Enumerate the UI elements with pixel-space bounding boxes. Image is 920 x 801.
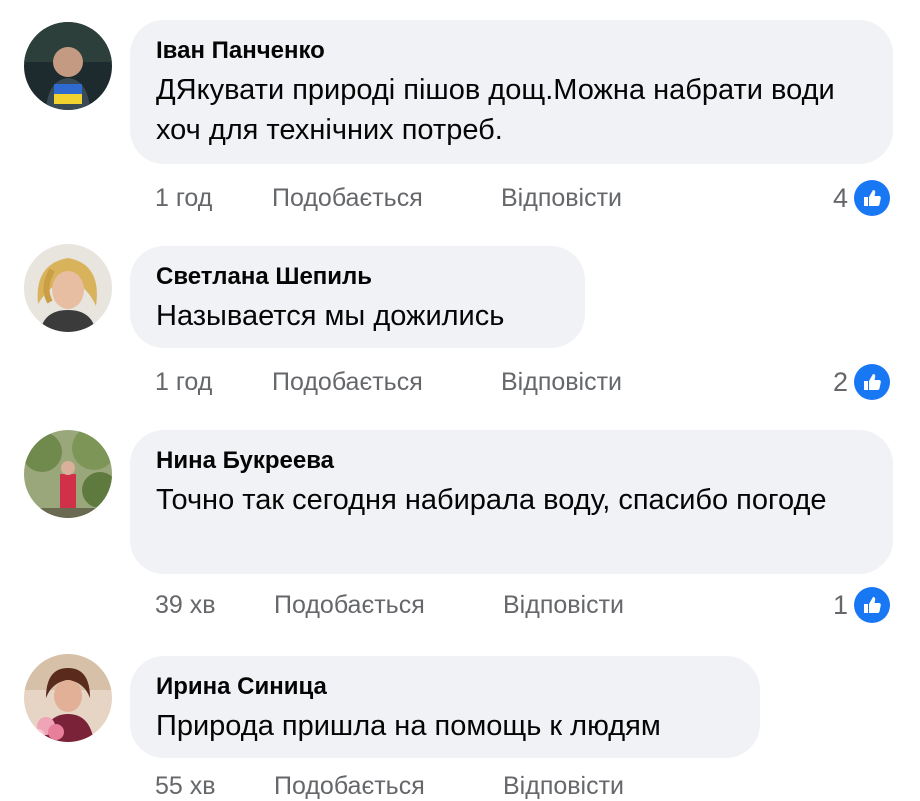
like-button[interactable]: Подобається xyxy=(272,367,423,397)
comment-time[interactable]: 1 год xyxy=(155,183,212,213)
comment-text: Называется мы дожились xyxy=(156,300,505,332)
avatar[interactable] xyxy=(24,654,112,742)
reply-button[interactable]: Відповісти xyxy=(503,590,624,620)
reaction-count-value: 4 xyxy=(832,182,848,213)
comment-bubble: Ирина Синица Природа пришла на помощь к … xyxy=(130,656,760,758)
reaction-count[interactable]: 2 xyxy=(833,364,890,400)
comment-bubble: Нина Букреева Точно так сегодня набирала… xyxy=(130,430,893,574)
reaction-count-value: 2 xyxy=(832,366,848,397)
avatar[interactable] xyxy=(24,22,112,110)
like-button[interactable]: Подобається xyxy=(274,771,425,801)
thumbs-up-icon xyxy=(854,180,890,216)
comment-text: ДЯкувати природі пішов дощ.Можна набрати… xyxy=(156,74,835,146)
reaction-count-value: 1 xyxy=(832,589,848,620)
comment-author[interactable]: Ирина Синица xyxy=(156,672,732,702)
avatar[interactable] xyxy=(24,430,112,518)
comment-time[interactable]: 39 хв xyxy=(155,590,216,620)
comment-bubble: Светлана Шепиль Называется мы дожились xyxy=(130,246,585,348)
comment-bubble: Іван Панченко ДЯкувати природі пішов дощ… xyxy=(130,20,893,164)
reply-button[interactable]: Відповісти xyxy=(503,771,624,801)
reaction-count[interactable]: 4 xyxy=(833,180,890,216)
comment-author[interactable]: Іван Панченко xyxy=(156,36,865,66)
comment-text: Точно так сегодня набирала воду, спасибо… xyxy=(156,484,827,516)
reply-button[interactable]: Відповісти xyxy=(501,367,622,397)
reply-button[interactable]: Відповісти xyxy=(501,183,622,213)
like-button[interactable]: Подобається xyxy=(272,183,423,213)
reaction-count[interactable]: 1 xyxy=(833,587,890,623)
thumbs-up-icon xyxy=(854,364,890,400)
avatar[interactable] xyxy=(24,244,112,332)
comment-time[interactable]: 1 год xyxy=(155,367,212,397)
comment-author[interactable]: Нина Букреева xyxy=(156,446,865,476)
comment-time[interactable]: 55 хв xyxy=(155,771,216,801)
thumbs-up-icon xyxy=(854,587,890,623)
comment-text: Природа пришла на помощь к людям xyxy=(156,710,661,742)
comment-author[interactable]: Светлана Шепиль xyxy=(156,262,557,292)
like-button[interactable]: Подобається xyxy=(274,590,425,620)
